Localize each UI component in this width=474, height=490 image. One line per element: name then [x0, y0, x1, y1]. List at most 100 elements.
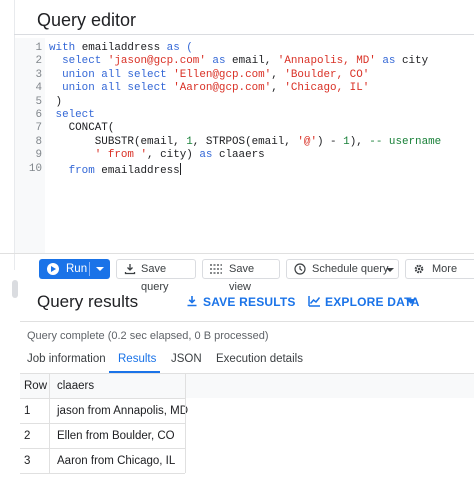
- claaers-cell: Aaron from Chicago, IL: [57, 455, 176, 467]
- column-divider: [49, 374, 50, 473]
- schedule-query-button[interactable]: Schedule query: [286, 259, 399, 279]
- code-text: union all select 'Aaron@gcp.com', 'Chica…: [49, 82, 369, 95]
- results-title: Query results: [37, 292, 139, 311]
- code-text: select: [49, 109, 95, 122]
- table-row-divider: [20, 423, 185, 424]
- tab-json[interactable]: JSON: [171, 353, 202, 365]
- code-token: claaers: [218, 149, 265, 162]
- save-view-button[interactable]: Save view: [202, 259, 280, 293]
- line-number: 7: [35, 122, 42, 135]
- code-token: from: [49, 164, 102, 177]
- row-number: 3: [24, 455, 31, 467]
- download-icon: [187, 296, 197, 307]
- code-token: 'Ellen@gcp.com': [173, 68, 272, 81]
- code-token: ),: [349, 135, 370, 148]
- code-text: ' from ', city) as claaers: [49, 149, 265, 162]
- code-token: '@': [297, 135, 317, 148]
- claaers-cell: Ellen from Boulder, CO: [57, 430, 175, 442]
- line-number: 9: [35, 149, 42, 162]
- code-token: as (: [166, 42, 193, 54]
- code-token: ,: [271, 68, 285, 81]
- save-icon: [124, 264, 136, 275]
- code-token: 'Aaron@gcp.com': [173, 82, 272, 95]
- code-token: ) -: [316, 135, 344, 148]
- code-token: select: [49, 55, 108, 68]
- code-token: 'jason@gcp.com': [107, 55, 206, 68]
- code-text: select 'jason@gcp.com' as email, 'Annapo…: [49, 55, 428, 68]
- tab-results[interactable]: Results: [118, 353, 156, 365]
- code-token: as: [205, 55, 233, 68]
- more-label: More: [432, 263, 458, 275]
- run-button-label: Run: [66, 263, 88, 275]
- code-text: union all select 'Ellen@gcp.com', 'Bould…: [49, 69, 369, 82]
- code-token: emailaddress: [101, 164, 180, 177]
- explore-caret-icon: [406, 299, 416, 304]
- code-text: CONCAT(: [49, 122, 115, 135]
- code-token: 'Annapolis, MD': [277, 55, 376, 68]
- save-query-label: Save query: [141, 263, 169, 293]
- text-cursor: [179, 162, 181, 175]
- line-number: 4: [35, 82, 42, 95]
- code-token: as: [375, 55, 402, 68]
- table-row-divider: [20, 448, 185, 449]
- code-token: city: [401, 55, 429, 68]
- column-divider: [185, 374, 186, 473]
- code-token: -- username: [369, 135, 442, 148]
- schedule-query-label: Schedule query: [312, 263, 389, 275]
- code-token: select: [49, 109, 95, 121]
- code-text: SUBSTR(email, 1, STRPOS(email, '@') - 1)…: [49, 136, 441, 149]
- run-options-caret-icon[interactable]: [96, 267, 104, 271]
- schedule-caret-icon: [386, 268, 394, 272]
- code-text: with emailaddress as (: [49, 42, 193, 55]
- table-row-divider: [20, 473, 185, 474]
- code-token: SUBSTR(email,: [49, 135, 187, 148]
- code-token: ' from ': [49, 149, 148, 162]
- play-circle-icon: [47, 263, 59, 275]
- run-button-divider: [89, 262, 90, 276]
- code-token: union all select: [49, 82, 174, 95]
- code-token: emailaddress: [81, 42, 167, 54]
- table-row-divider: [20, 398, 185, 399]
- view-icon: [210, 264, 222, 274]
- more-button[interactable]: More: [405, 259, 474, 279]
- panel-resize-handle[interactable]: [12, 280, 18, 298]
- results-divider: [20, 321, 474, 322]
- line-number: 5: [35, 95, 42, 108]
- code-token: , STRPOS(email,: [192, 135, 298, 148]
- column-header-claaers: claaers: [57, 380, 95, 392]
- code-token: with: [49, 42, 82, 54]
- line-number: 1: [35, 42, 42, 54]
- editor-bottom-divider: [0, 253, 474, 254]
- row-number: 2: [24, 430, 31, 442]
- column-header-row: Row: [24, 380, 48, 392]
- line-number: 8: [35, 135, 42, 148]
- tab-execution-details[interactable]: Execution details: [216, 353, 303, 365]
- line-number: 3: [35, 68, 42, 81]
- tab-job-information[interactable]: Job information: [27, 353, 106, 365]
- clock-icon: [294, 263, 306, 275]
- row-number: 1: [24, 405, 31, 417]
- code-token: union all select: [49, 68, 174, 81]
- code-token: email,: [232, 55, 278, 68]
- save-view-label: Save view: [229, 263, 255, 293]
- line-number: 2: [35, 55, 42, 68]
- editor-top-divider: [14, 34, 474, 35]
- code-token: 'Boulder, CO': [284, 68, 370, 81]
- save-query-button[interactable]: Save query: [116, 259, 196, 293]
- gear-icon: [414, 264, 424, 274]
- line-number: 10: [28, 162, 42, 175]
- code-token: ,: [271, 82, 285, 95]
- claaers-cell: jason from Annapolis, MD: [57, 405, 189, 417]
- code-token: CONCAT(: [49, 122, 115, 135]
- query-status: Query complete (0.2 sec elapsed, 0 B pro…: [27, 330, 269, 342]
- line-number: 6: [35, 109, 42, 121]
- sql-code-editor[interactable]: 1 with emailaddress as ( 2 select 'jason@g…: [15, 38, 474, 253]
- run-button[interactable]: Run: [39, 259, 110, 279]
- editor-title: Query editor: [37, 10, 137, 30]
- code-token: 'Chicago, IL': [284, 82, 370, 95]
- code-text: from emailaddress: [49, 162, 181, 178]
- code-token: as: [199, 149, 219, 162]
- code-token: ): [49, 95, 63, 108]
- code-text: ): [49, 95, 63, 109]
- code-token: , city): [147, 149, 200, 162]
